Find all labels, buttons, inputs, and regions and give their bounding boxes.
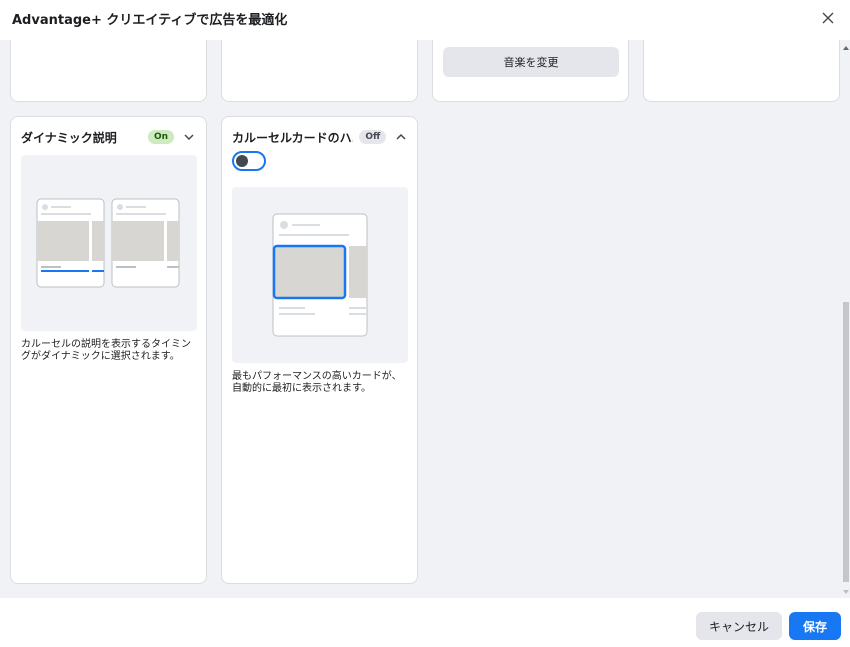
scrollbar[interactable] — [842, 40, 850, 598]
card-title: ダイナミック説明 — [21, 130, 117, 145]
dialog-content: 音楽を変更 ダイナミック説明 On カルーセルの説明を表示するタイミン グがダイ… — [0, 40, 850, 598]
close-button[interactable] — [818, 8, 838, 28]
close-icon — [822, 9, 834, 28]
dialog-title: Advantage+ クリエイティブで広告を最適化 — [12, 13, 288, 28]
cancel-button[interactable]: キャンセル — [696, 612, 782, 640]
top-card-music: 音楽を変更 — [432, 40, 629, 102]
status-badge: On — [147, 130, 174, 144]
save-button[interactable]: 保存 — [789, 612, 841, 640]
change-music-button[interactable]: 音楽を変更 — [443, 47, 619, 77]
feature-toggle[interactable] — [232, 151, 266, 171]
top-card-4 — [643, 40, 840, 102]
description-line: 自動的に最初に表示されます。 — [232, 383, 371, 394]
preview-illustration — [232, 187, 408, 363]
description-line: カルーセルの説明を表示するタイミン — [21, 339, 191, 350]
card-description: カルーセルの説明を表示するタイミン グがダイナミックに選択されます。 — [21, 339, 201, 363]
dynamic-description-card: ダイナミック説明 On カルーセルの説明を表示するタイミン グがダイナミックに選… — [10, 116, 207, 584]
card-header[interactable]: ダイナミック説明 On — [21, 127, 196, 147]
carousel-preview-image — [36, 198, 180, 288]
top-card-2 — [221, 40, 418, 102]
chevron-down-icon[interactable] — [182, 130, 196, 144]
scroll-down-arrow-icon[interactable] — [843, 590, 849, 594]
card-title: カルーセルカードのハ... — [232, 130, 354, 145]
carousel-card-order-card: カルーセルカードのハ... Off 最もパフォーマンスの高いカードが、 自動的に… — [221, 116, 418, 584]
scroll-up-arrow-icon[interactable] — [843, 46, 849, 50]
status-badge: Off — [359, 130, 387, 144]
toggle-knob — [236, 155, 248, 167]
dialog-footer: キャンセル 保存 — [0, 598, 850, 647]
card-description: 最もパフォーマンスの高いカードが、 自動的に最初に表示されます。 — [232, 371, 412, 395]
card-header[interactable]: カルーセルカードのハ... Off — [232, 127, 407, 147]
scroll-thumb[interactable] — [843, 302, 849, 582]
top-card-1 — [10, 40, 207, 102]
preview-illustration — [21, 155, 197, 331]
dialog-header: Advantage+ クリエイティブで広告を最適化 — [0, 0, 850, 40]
chevron-up-icon[interactable] — [394, 130, 407, 144]
carousel-preview-image — [272, 213, 368, 337]
description-line: グがダイナミックに選択されます。 — [21, 351, 180, 362]
description-line: 最もパフォーマンスの高いカードが、 — [232, 371, 402, 382]
